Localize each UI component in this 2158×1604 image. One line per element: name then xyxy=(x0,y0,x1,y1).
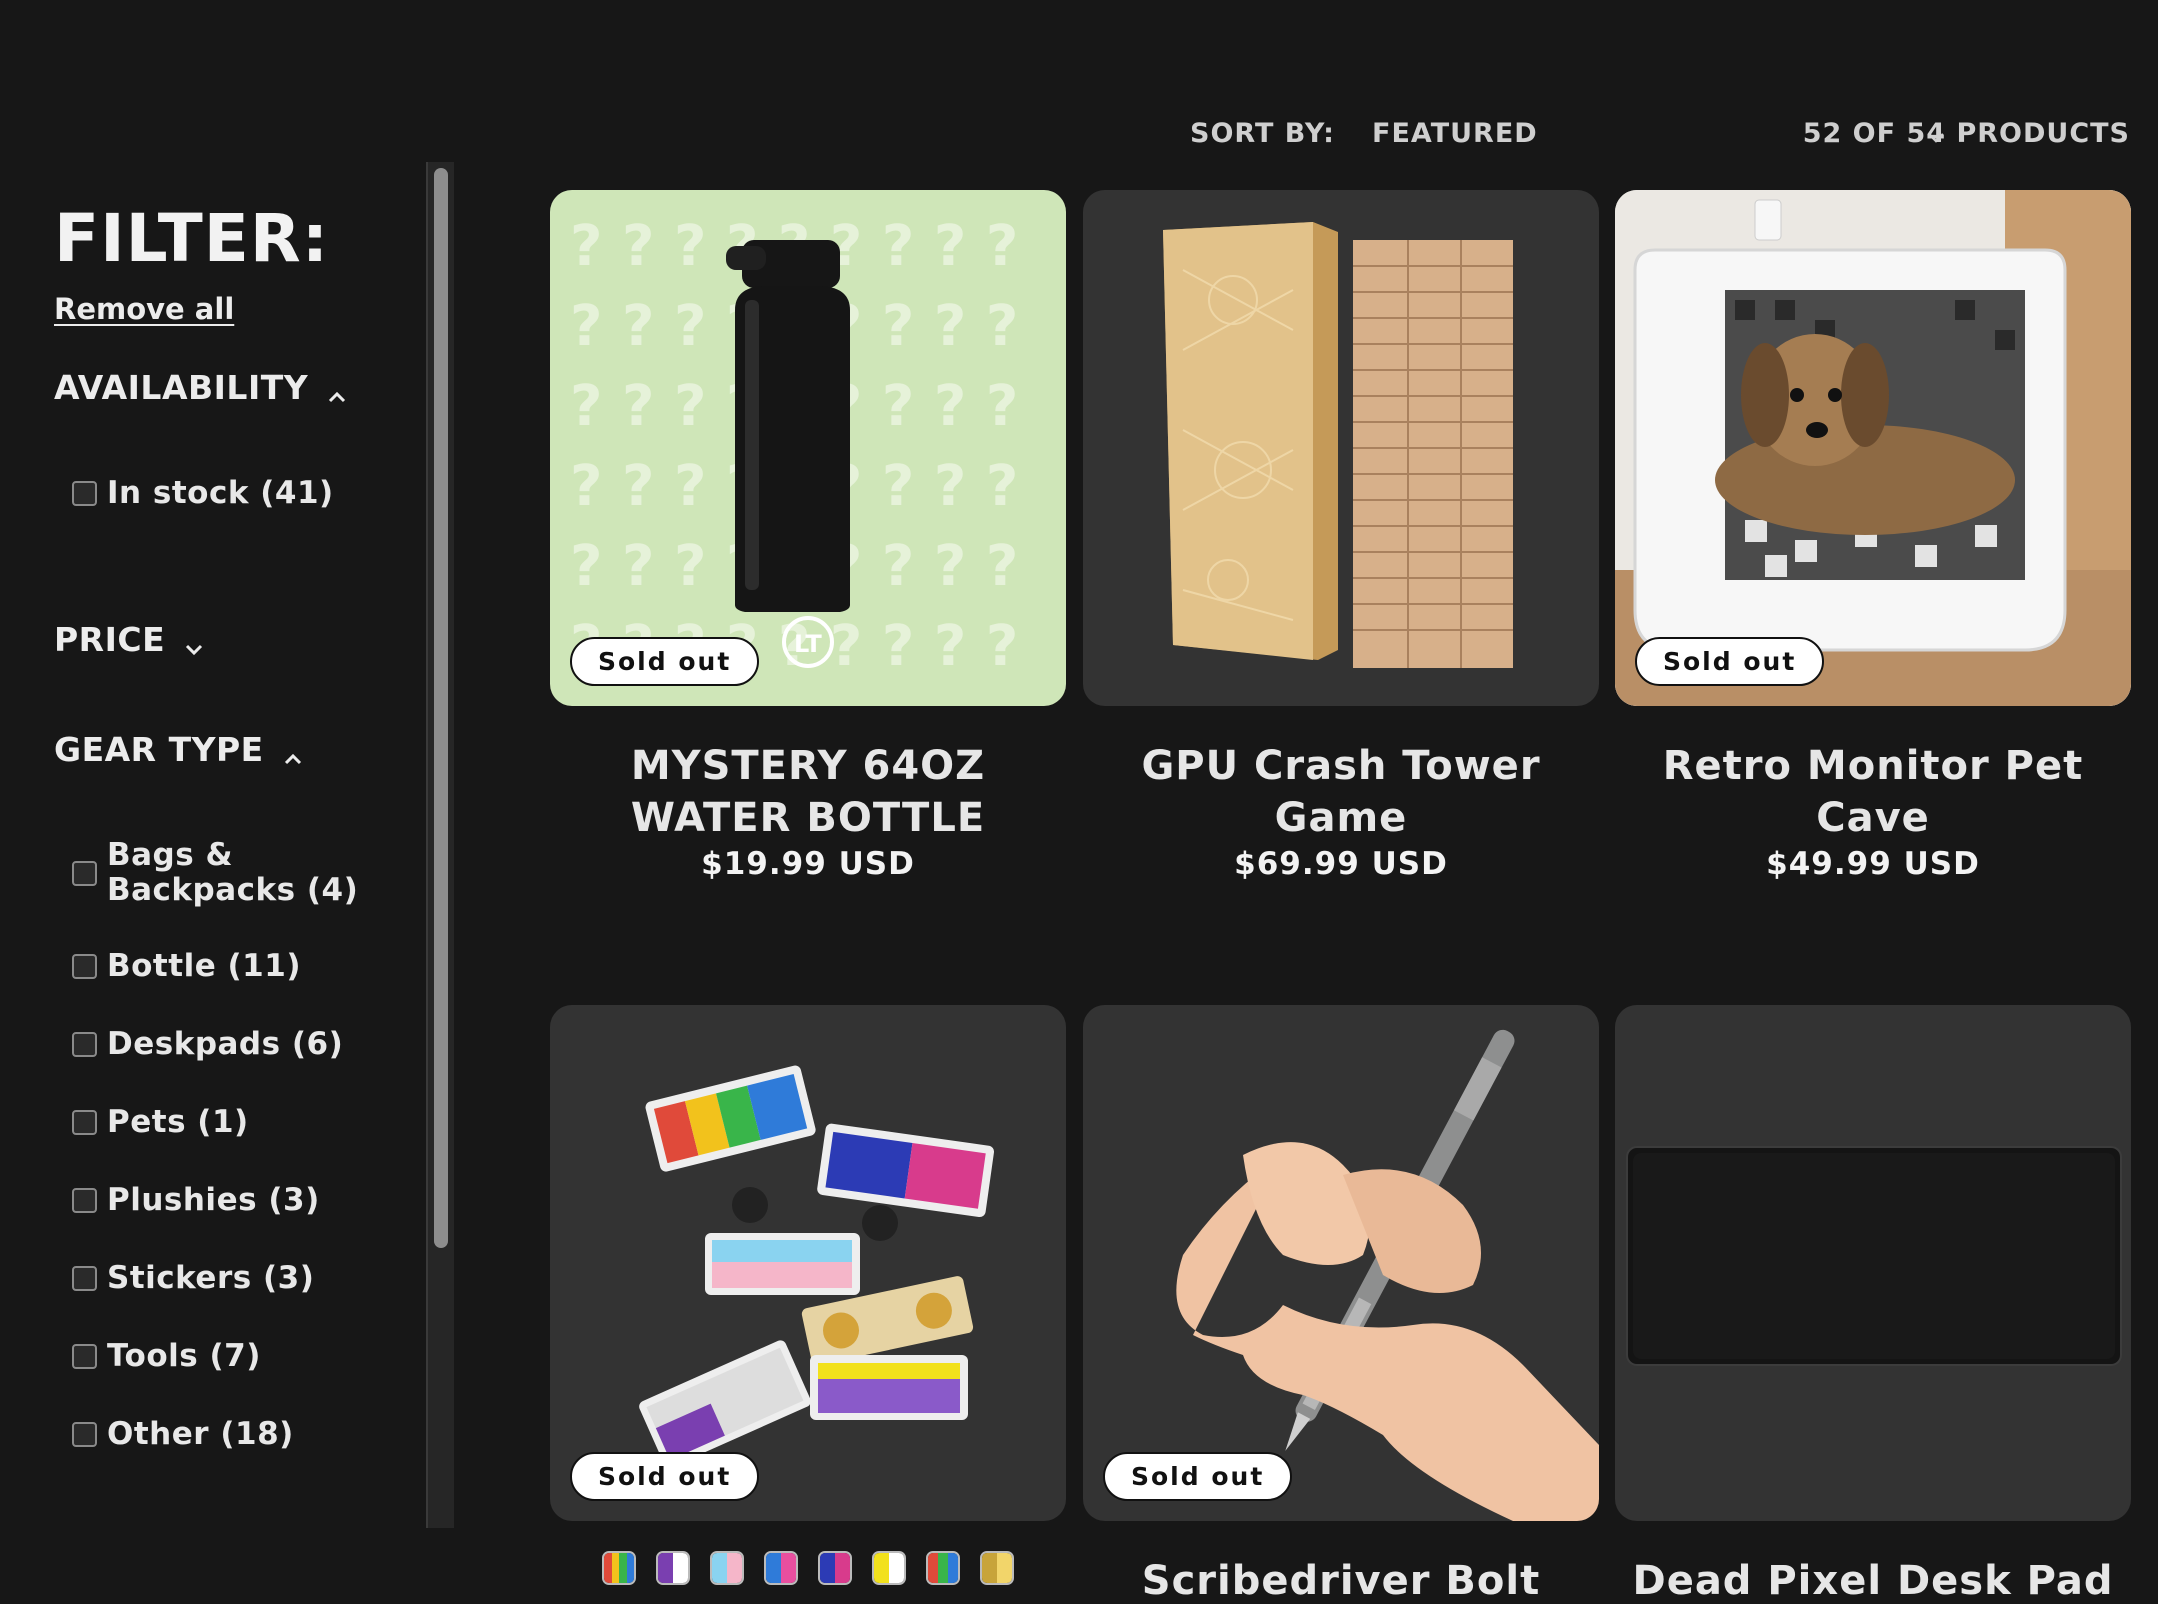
sort-bar: SORT BY: FEATURED 52 OF 54 PRODUCTS xyxy=(1190,118,2130,158)
checkbox[interactable] xyxy=(72,953,97,979)
product-title[interactable]: Scribedriver Bolt Action xyxy=(1083,1555,1599,1604)
product-card[interactable]: Dead Pixel Desk Pad xyxy=(1615,1005,2131,1604)
product-title[interactable]: Dead Pixel Desk Pad xyxy=(1615,1555,2131,1604)
tower-game-image xyxy=(1163,222,1513,668)
checkbox[interactable] xyxy=(72,860,97,886)
color-swatch[interactable] xyxy=(926,1551,960,1585)
checkbox[interactable] xyxy=(72,480,97,506)
remove-all-link[interactable]: Remove all xyxy=(54,292,234,326)
chevron-up-icon xyxy=(282,739,304,764)
checkbox[interactable] xyxy=(72,1421,97,1447)
product-image[interactable]: Sold out xyxy=(1083,1005,1599,1521)
chevron-up-icon xyxy=(326,377,348,402)
sold-out-badge: Sold out xyxy=(570,637,760,686)
color-swatch[interactable] xyxy=(980,1551,1014,1585)
filter-option-deskpads[interactable]: Deskpads (6) xyxy=(72,1026,343,1062)
product-card[interactable]: Sold out xyxy=(550,1005,1066,1585)
product-price: $49.99 USD xyxy=(1766,846,1980,882)
product-card[interactable]: Sold out Retro Monitor Pet Cave $49.99 U… xyxy=(1615,190,2131,882)
price-toggle[interactable]: PRICE xyxy=(54,620,205,659)
filter-option-bottle[interactable]: Bottle (11) xyxy=(72,948,301,984)
filter-sidebar: FILTER: Remove all AVAILABILITY In stock… xyxy=(0,150,420,1530)
filter-option-label: Plushies (3) xyxy=(107,1182,320,1218)
svg-text:LT: LT xyxy=(794,630,822,658)
product-image[interactable] xyxy=(1083,190,1599,706)
filter-option-tools[interactable]: Tools (7) xyxy=(72,1338,261,1374)
color-swatches xyxy=(550,1551,1066,1585)
checkbox[interactable] xyxy=(72,1187,97,1213)
product-image[interactable] xyxy=(1615,1005,2131,1521)
filter-option-label: Tools (7) xyxy=(107,1338,261,1374)
product-title[interactable]: Retro Monitor Pet Cave xyxy=(1615,740,2131,844)
sold-out-badge: Sold out xyxy=(1635,637,1825,686)
filter-option-in-stock[interactable]: In stock (41) xyxy=(72,475,334,511)
product-image[interactable]: Sold out xyxy=(550,1005,1066,1521)
price-label: PRICE xyxy=(54,620,166,659)
desk-pad-image xyxy=(1626,1146,2122,1366)
filter-option-stickers[interactable]: Stickers (3) xyxy=(72,1260,314,1296)
pen-image xyxy=(1176,1029,1599,1521)
gear-type-label: GEAR TYPE xyxy=(54,730,264,769)
filter-title: FILTER: xyxy=(54,200,330,277)
scrollbar-thumb[interactable] xyxy=(434,168,448,1248)
collection-page: FILTER: Remove all AVAILABILITY In stock… xyxy=(0,0,2158,1604)
checkbox[interactable] xyxy=(72,1265,97,1291)
availability-label: AVAILABILITY xyxy=(54,368,309,407)
product-card[interactable]: Sold out Scribedriver Bolt Action xyxy=(1083,1005,1599,1604)
gear-type-toggle[interactable]: GEAR TYPE xyxy=(54,730,304,769)
product-title[interactable]: MYSTERY 64OZ WATER BOTTLE xyxy=(550,740,1066,844)
filter-option-label: Deskpads (6) xyxy=(107,1026,344,1062)
checkbox[interactable] xyxy=(72,1031,97,1057)
filter-option-label: Stickers (3) xyxy=(107,1260,315,1296)
sold-out-badge: Sold out xyxy=(1103,1452,1293,1501)
color-swatch[interactable] xyxy=(764,1551,798,1585)
filter-option-other[interactable]: Other (18) xyxy=(72,1416,294,1452)
checkbox[interactable] xyxy=(72,1343,97,1369)
product-price: $69.99 USD xyxy=(1234,846,1448,882)
color-swatch[interactable] xyxy=(710,1551,744,1585)
filter-option-label: Pets (1) xyxy=(107,1104,249,1140)
filter-option-bags[interactable]: Bags & Backpacks (4) xyxy=(72,838,367,908)
filter-option-pets[interactable]: Pets (1) xyxy=(72,1104,249,1140)
product-image[interactable]: Sold out xyxy=(1615,190,2131,706)
chevron-down-icon xyxy=(183,629,205,655)
sort-label: SORT BY: xyxy=(1190,118,1335,149)
filter-option-label: In stock (41) xyxy=(107,475,334,511)
checkbox[interactable] xyxy=(72,1109,97,1135)
filter-option-label: Other (18) xyxy=(107,1416,294,1452)
sidebar-scrollbar[interactable] xyxy=(426,162,454,1528)
color-swatch[interactable] xyxy=(818,1551,852,1585)
product-image[interactable]: ? ? ? ? ? ? ? ? ? ? ? ? ? ? ? ? ? ? ? ? … xyxy=(550,190,1066,706)
filter-option-label: Bottle (11) xyxy=(107,948,301,984)
product-card[interactable]: ? ? ? ? ? ? ? ? ? ? ? ? ? ? ? ? ? ? ? ? … xyxy=(550,190,1066,882)
availability-toggle[interactable]: AVAILABILITY xyxy=(54,368,348,407)
color-swatch[interactable] xyxy=(602,1551,636,1585)
filter-option-plushies[interactable]: Plushies (3) xyxy=(72,1182,320,1218)
sold-out-badge: Sold out xyxy=(570,1452,760,1501)
color-swatch[interactable] xyxy=(872,1551,906,1585)
water-bottle-image: ? ? ? ? ? ? ? ? ? ? ? ? ? ? ? ? ? ? ? ? … xyxy=(570,214,1018,679)
product-price: $19.99 USD xyxy=(701,846,915,882)
product-title[interactable]: GPU Crash Tower Game xyxy=(1083,740,1599,844)
product-card[interactable]: GPU Crash Tower Game $69.99 USD xyxy=(1083,190,1599,882)
sort-value: FEATURED xyxy=(1372,118,1538,149)
filter-option-label: Bags & Backpacks (4) xyxy=(107,837,359,908)
keyboard-pins-image xyxy=(639,1065,995,1468)
product-count: 52 OF 54 PRODUCTS xyxy=(1802,118,2130,149)
pet-cave-image xyxy=(1615,190,2131,706)
color-swatch[interactable] xyxy=(656,1551,690,1585)
